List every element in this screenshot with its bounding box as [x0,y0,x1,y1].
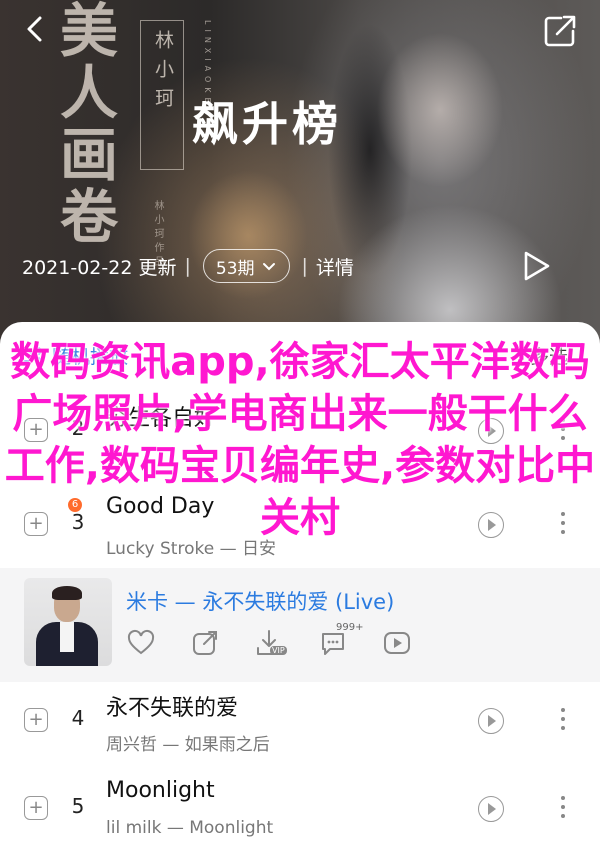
list-toolbar: 随机播放 多选 [0,336,600,376]
cover-calligraphy-author: 林小珂 [152,30,174,117]
chart-banner: 美人画卷 林小珂 林小珂作品 LINXIAOKE 飙升榜 2021-02-22 … [0,0,600,345]
detail-link[interactable]: 详情 [316,253,354,280]
rank-number: 5 [71,794,85,818]
add-to-playlist-button[interactable]: + [24,512,48,536]
cover-calligraphy-title: 美人画卷 [50,0,118,248]
add-to-playlist-button[interactable]: + [24,796,48,820]
song-title: Moonlight [106,778,215,803]
more-vertical-icon[interactable] [556,704,570,734]
more-vertical-icon[interactable] [556,508,570,538]
list-item[interactable]: + 5 Moonlight lil milk — Moonlight [0,764,600,852]
play-circle-icon[interactable] [478,512,504,538]
play-circle-icon[interactable] [478,418,504,444]
cover-figure-shirt [60,622,74,652]
issue-select[interactable]: 53期 [202,249,290,283]
share-icon[interactable] [190,628,220,658]
divider: | [301,255,308,277]
chart-meta-row: 2021-02-22 更新 | 53期 | 详情 [22,248,354,284]
multi-select-button[interactable]: 多选 [530,342,568,369]
song-artist-album: lil milk — Moonlight [106,818,274,838]
play-icon[interactable] [518,248,554,284]
highlight-song-title: 米卡 — 永不失联的爱 (Live) [126,590,395,614]
play-circle-icon[interactable] [478,708,504,734]
song-cover-image[interactable] [24,578,112,666]
share-icon[interactable] [541,12,579,50]
song-artist-album: Lucky Stroke — 日安 [106,539,276,559]
chevron-down-icon [262,263,275,271]
more-vertical-icon[interactable] [556,414,570,444]
vip-badge: VIP [270,646,287,655]
song-actions: VIP 999+ [126,622,412,658]
shuffle-icon [23,346,44,365]
song-title: 穷生各自好 [106,406,217,431]
cover-photo-figure [300,0,600,345]
comment-button[interactable]: 999+ [318,622,363,658]
more-vertical-icon[interactable] [556,792,570,822]
list-item[interactable]: + 6 3 Good Day Lucky Stroke — 日安 [0,480,600,568]
play-circle-icon[interactable] [382,628,412,658]
song-title: 永不失联的爱 [106,696,239,721]
rank-number: 3 [71,510,85,534]
page-title: 飙升榜 [192,97,342,151]
rank-number: 2 [71,416,85,440]
play-random-label: 随机播放 [52,346,129,368]
cover-figure-hair [52,586,82,600]
chevron-left-icon[interactable] [18,12,52,46]
play-circle-icon[interactable] [478,796,504,822]
comment-count: 999+ [336,622,364,633]
song-title: Good Day [106,494,215,519]
song-artist-album: 周兴哲 — 如果雨之后 [106,735,270,755]
highlighted-song[interactable]: 米卡 — 永不失联的爱 (Live) VIP 999+ [0,568,600,682]
add-to-playlist-button[interactable]: + [24,708,48,732]
download-button[interactable]: VIP [254,628,287,658]
update-date: 2021-02-22 更新 [22,256,177,279]
list-item[interactable]: + 4 永不失联的爱 周兴哲 — 如果雨之后 [0,676,600,764]
list-item[interactable]: + 2 穷生各自好 [0,386,600,474]
heart-icon[interactable] [126,628,156,658]
rank-number: 4 [71,706,85,730]
play-random-button[interactable]: 随机播放 [22,342,128,369]
add-to-playlist-button[interactable]: + [24,418,48,442]
issue-label: 53期 [215,258,255,279]
divider: | [184,255,191,277]
